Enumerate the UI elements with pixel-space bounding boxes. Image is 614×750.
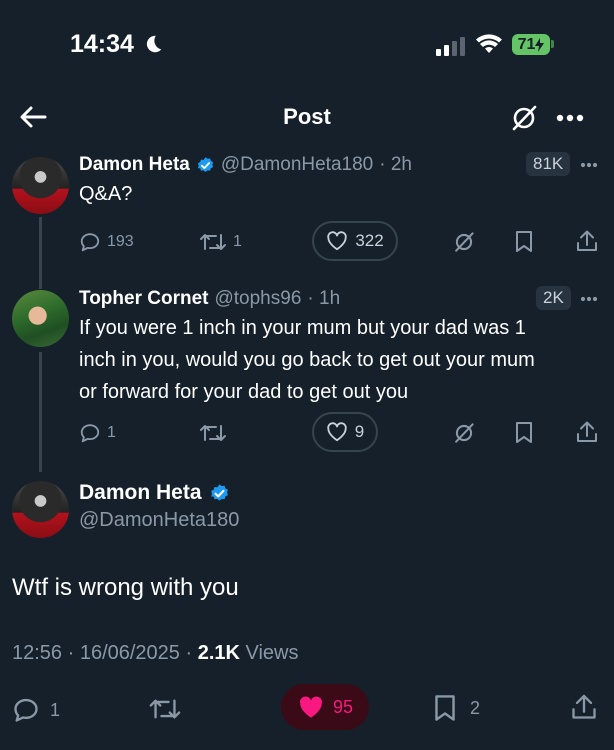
battery-level: 71 (517, 35, 536, 53)
reply-button[interactable]: 1 (12, 696, 60, 724)
author-handle[interactable]: @tophs96 (214, 288, 301, 310)
repost-button[interactable] (148, 696, 182, 722)
bookmark-icon[interactable] (515, 230, 533, 253)
like-count: 9 (354, 422, 365, 441)
bookmark-icon[interactable] (515, 421, 533, 444)
author-name[interactable]: Damon Heta (79, 481, 202, 505)
verified-badge-icon (197, 156, 213, 172)
share-icon[interactable] (576, 420, 598, 444)
bookmark-button[interactable]: 2 (434, 694, 480, 722)
tweet-text: Q&A? (79, 183, 133, 205)
author-name[interactable]: Topher Cornet (79, 288, 208, 310)
reply-icon (80, 233, 100, 252)
bookmark-count: 2 (470, 697, 481, 718)
heart-filled-icon (300, 696, 322, 718)
grok-icon[interactable] (510, 104, 538, 132)
focus-moon-icon (142, 33, 164, 55)
reply-icon (80, 424, 100, 443)
cellular-signal-icon (436, 37, 465, 56)
author-handle[interactable]: @DamonHeta180 (79, 509, 239, 532)
reply-count: 1 (107, 424, 116, 441)
views-badge[interactable]: 81K (526, 152, 571, 176)
share-icon[interactable] (571, 693, 597, 721)
tweet-text: If you were 1 inch in your mum but your … (79, 312, 609, 408)
grok-icon[interactable] (453, 422, 475, 444)
reply-count: 1 (50, 699, 61, 720)
wifi-icon (475, 33, 503, 55)
heart-icon (327, 422, 347, 442)
like-count: 322 (355, 231, 384, 250)
repost-icon (200, 425, 226, 441)
tweet-time: · 1h (307, 288, 341, 309)
main-tweet-header: Damon Heta (79, 481, 230, 505)
repost-button[interactable] (199, 422, 227, 444)
repost-icon (200, 234, 226, 250)
tweet-more-icon[interactable] (580, 296, 598, 302)
tweet-timestamp: 12:56 · 16/06/2025 · (12, 642, 198, 664)
battery-nub (551, 40, 554, 48)
verified-badge-icon (210, 483, 228, 501)
heart-icon (327, 231, 347, 251)
like-count: 95 (332, 696, 354, 717)
reply-count: 193 (107, 233, 134, 250)
tweet1-header: Damon Heta @DamonHeta180 · 2h (79, 154, 412, 176)
avatar[interactable] (12, 157, 69, 214)
repost-icon (149, 699, 181, 719)
more-options-icon[interactable] (556, 114, 584, 122)
tweet-text-line: or forward for your dad to get out you (79, 381, 409, 403)
thread-line (39, 352, 42, 472)
views-label: Views (239, 642, 299, 664)
tweet-meta: 12:56 · 16/06/2025 · 2.1K Views (12, 642, 299, 665)
tweet-text: Wtf is wrong with you (12, 574, 239, 601)
views-badge[interactable]: 2K (536, 286, 571, 310)
grok-icon[interactable] (453, 231, 475, 253)
status-time: 14:34 (70, 30, 134, 58)
like-button[interactable]: 95 (281, 684, 369, 730)
bookmark-icon (435, 695, 455, 721)
author-name[interactable]: Damon Heta (79, 154, 190, 176)
tweet-text-line: If you were 1 inch in your mum but your … (79, 317, 526, 339)
like-button[interactable]: 322 (312, 221, 398, 261)
reply-button[interactable]: 193 (79, 231, 134, 253)
tweet-more-icon[interactable] (580, 162, 598, 168)
author-handle[interactable]: @DamonHeta180 (221, 154, 373, 176)
tweet2-header: Topher Cornet @tophs96 · 1h (79, 288, 340, 310)
like-button[interactable]: 9 (312, 412, 378, 452)
views-count[interactable]: 2.1K (198, 642, 240, 664)
thread-line (39, 217, 42, 289)
reply-icon (14, 698, 38, 722)
tweet-time: · 2h (379, 154, 412, 175)
share-icon[interactable] (576, 229, 598, 253)
repost-count: 1 (233, 233, 242, 250)
battery-icon: 71 (512, 34, 550, 55)
tweet-text-line: inch in you, would you go back to get ou… (79, 349, 535, 371)
avatar[interactable] (12, 290, 69, 347)
reply-button[interactable]: 1 (79, 422, 116, 444)
avatar[interactable] (12, 481, 69, 538)
repost-button[interactable]: 1 (199, 231, 242, 253)
